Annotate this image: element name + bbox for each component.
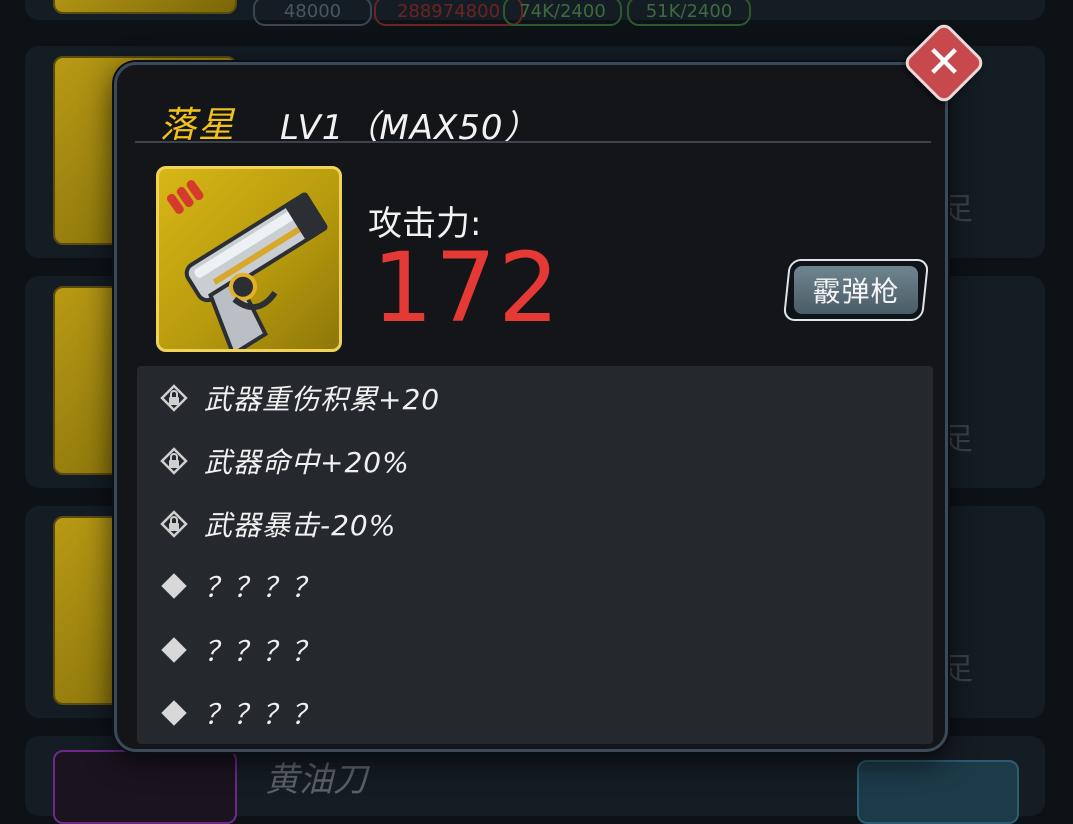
attribute-row: 武器重伤积累+20 <box>160 378 440 418</box>
lock-icon <box>160 510 188 538</box>
diamond-icon <box>160 636 188 664</box>
shotgun-artwork <box>184 192 328 349</box>
diamond-icon <box>160 572 188 600</box>
title-divider <box>135 141 931 143</box>
close-icon[interactable]: ✕ <box>914 33 974 93</box>
attribute-row: 武器暴击-20% <box>160 504 396 544</box>
background-row-1: 48000 288974800 74K/2400 51K/2400 <box>25 0 1045 26</box>
background-stat-pill: 74K/2400 <box>503 0 622 26</box>
attribute-row: 武器命中+20% <box>160 441 410 481</box>
background-stat-pill: 51K/2400 <box>627 0 751 26</box>
lock-icon <box>160 384 188 412</box>
attributes-panel <box>137 366 933 744</box>
background-action-button <box>857 760 1019 824</box>
attack-value: 172 <box>372 232 562 344</box>
attribute-text: ？？？？ <box>204 698 321 731</box>
background-stat-pill: 288974800 <box>374 0 523 26</box>
background-weapon-thumb <box>53 750 237 824</box>
background-weapon-name: 黄油刀 <box>265 760 367 800</box>
weapon-type-badge: 霰弹枪 <box>782 259 930 321</box>
attribute-row: ？？？？ <box>160 566 320 606</box>
attribute-text: 武器暴击-20% <box>204 509 397 542</box>
background-weapon-thumb <box>53 0 237 14</box>
attribute-row: ？？？？ <box>160 630 320 670</box>
attribute-text: 武器命中+20% <box>204 446 410 479</box>
weapon-type-label: 霰弹枪 <box>794 266 918 314</box>
attribute-text: ？？？？ <box>204 571 321 604</box>
lock-icon <box>160 447 188 475</box>
attribute-text: 武器重伤积累+20 <box>204 383 441 416</box>
diamond-icon <box>160 699 188 727</box>
attribute-text: ？？？？ <box>204 635 321 668</box>
weapon-image <box>156 166 342 352</box>
attribute-row: ？？？？ <box>160 693 320 733</box>
background-stat-pill: 48000 <box>253 0 372 26</box>
